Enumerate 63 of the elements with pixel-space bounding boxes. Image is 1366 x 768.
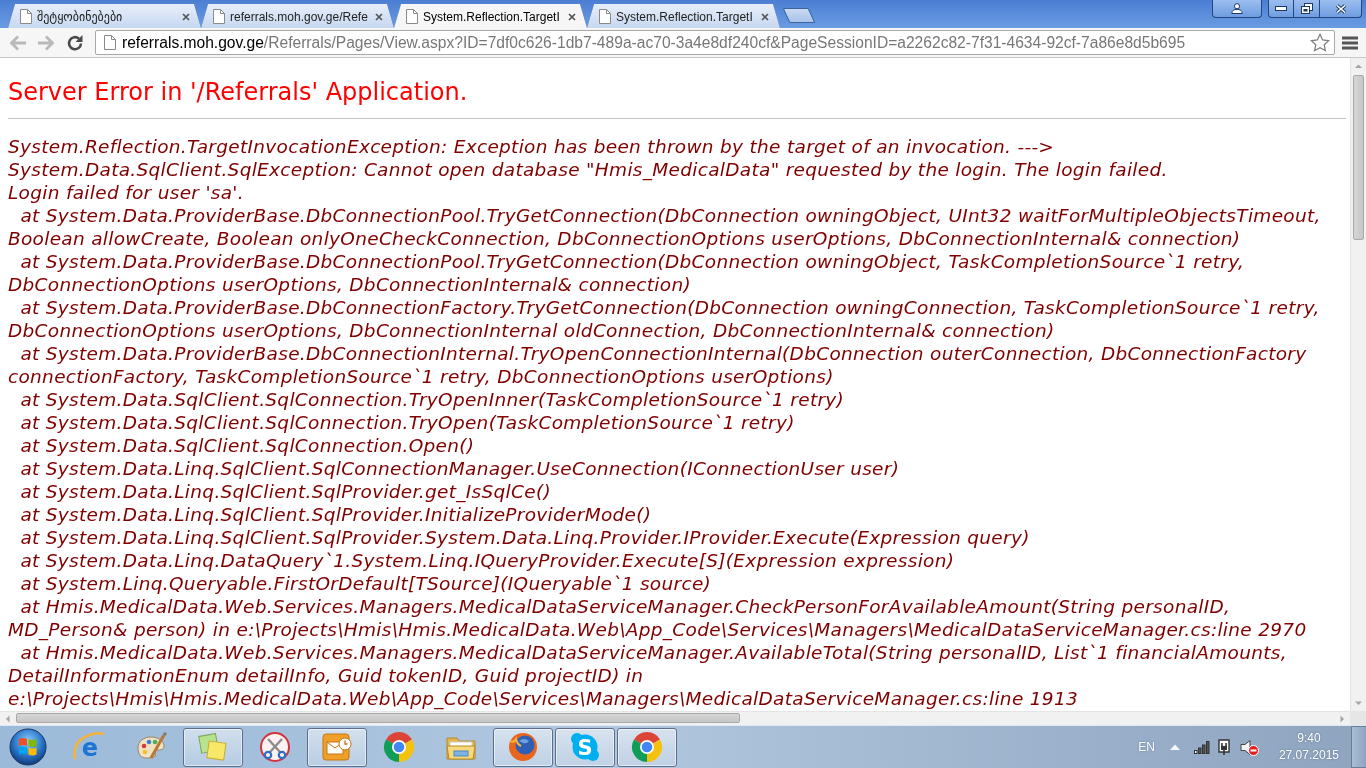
fox-globe-icon — [507, 731, 539, 763]
stack-trace-line: at System.Data.Linq.SqlClient.SqlConnectionManager.UseConnection(IConnectionUser user) — [19, 457, 901, 480]
browser-tab[interactable]: referrals.moh.gov.ge/Refe — [201, 4, 394, 28]
taskbar-button[interactable] — [183, 727, 243, 767]
taskbar-button[interactable] — [617, 727, 677, 767]
stack-trace-line: at System.Data.Linq.SqlClient.SqlProvider.System.Data.Linq.Provider.IProvider.Execute(Expression query) — [19, 526, 1031, 549]
signal-bars-icon[interactable] — [1193, 740, 1210, 754]
horizontal-scrollbar[interactable] — [0, 711, 1350, 725]
new-tab-button[interactable] — [782, 8, 816, 23]
page-icon — [104, 35, 116, 50]
error-message: System.Reflection.TargetInvocationException: Exception has been thrown by the target of an invocation. ---> System.Data.SqlClient.SqlException: Cannot open database "Hmis_MedicalData" requested by the login. The login failed. — [8, 135, 1169, 181]
browser-tab[interactable]: System.Reflection.TargetI — [587, 4, 780, 28]
close-icon[interactable] — [375, 12, 383, 21]
tricolor-wheel-icon — [383, 731, 415, 763]
power-plug-icon[interactable] — [1217, 738, 1232, 756]
menu-icon[interactable] — [1342, 35, 1358, 50]
scrollbar-thumb[interactable] — [16, 713, 740, 723]
minimize-icon — [1275, 6, 1287, 11]
restore-button[interactable] — [1294, 0, 1320, 18]
envelope-clock-icon — [321, 731, 353, 763]
error-heading: Server Error in '/Referrals' Application. — [8, 77, 469, 108]
speaker-icon[interactable] — [1239, 738, 1259, 756]
stack-trace-line: at Hmis.MedicalData.Web.Services.Managers.MedicalDataServiceManager.AvailableTotal(String personalID, List`1 financialAmounts, DetailInformationEnum detailInfo, Guid tokenID, Guid projectID) in e:\Projects\Hmis\Hmis.MedicalData.Web\App_Code\Services\Managers\MedicalDataServiceManager.cs:line 1913 — [8, 641, 1288, 710]
taskbar-button[interactable] — [493, 727, 553, 767]
scrollbar-thumb[interactable] — [1353, 75, 1364, 240]
profile-button[interactable] — [1212, 0, 1262, 18]
close-icon — [1334, 3, 1347, 14]
start-orb-icon — [9, 728, 47, 766]
reload-icon[interactable] — [66, 33, 84, 52]
vertical-scrollbar[interactable] — [1350, 58, 1366, 711]
stack-trace-line: at System.Data.ProviderBase.DbConnectionInternal.TryOpenConnectionInternal(DbConnection outerConnection, DbConnectionFactory connectionFactory, TaskCompletionSource`1 retry, DbConnectionOptions userOptions) — [8, 342, 1308, 388]
address-bar[interactable]: referrals.moh.gov.ge/Referrals/Pages/View.aspx?ID=7df0c626-1db7-489a-ac70-3a4e8df240cf&PageSessionID=a2262c82-7f31-4634-92cf-7a86e8d5b695 — [95, 30, 1335, 55]
stack-trace-line: at System.Data.Linq.SqlClient.SqlProvider.get_IsSqlCe() — [19, 480, 552, 503]
sticky-notes-icon — [197, 731, 229, 763]
stack-trace-line: at System.Data.SqlClient.SqlConnection.Open() — [19, 434, 476, 457]
stack-trace-line: at System.Data.SqlClient.SqlConnection.TryOpen(TaskCompletionSource`1 retry) — [19, 411, 796, 434]
stack-trace-line: at System.Data.Linq.DataQuery`1.System.Linq.IQueryProvider.Execute[S](Expression expression) — [19, 549, 956, 572]
scissors-icon — [259, 731, 291, 763]
taskbar-button[interactable] — [307, 727, 367, 767]
stack-trace-line: at System.Data.SqlClient.SqlConnection.TryOpenInner(TaskCompletionSource`1 retry) — [19, 388, 846, 411]
person-icon — [1231, 3, 1243, 14]
stack-trace-line: at System.Linq.Queryable.FirstOrDefault[TSource](IQueryable`1 source) — [19, 572, 713, 595]
page-icon — [599, 9, 611, 24]
close-button[interactable] — [1320, 0, 1362, 18]
stack-trace-line: at System.Data.ProviderBase.DbConnectionPool.TryGetConnection(DbConnection owningObject, UInt32 waitForMultipleObjectsTimeout, Boolean allowCreate, Boolean onlyOneCheckConnection, DbConnectionOptions userOptions, DbConnectionInternal& connection) — [8, 204, 1322, 250]
tricolor-wheel-icon — [631, 731, 663, 763]
browser-tab[interactable]: System.Reflection.TargetI — [394, 4, 587, 28]
url-text: referrals.moh.gov.ge/Referrals/Pages/View.aspx?ID=7df0c626-1db7-489a-ac70-3a4e8df240cf&PageSessionID=a2262c82-7f31-4634-92cf-7a86e8d5b695 — [122, 33, 1186, 52]
close-icon[interactable] — [568, 12, 576, 21]
close-icon[interactable] — [761, 12, 769, 21]
page-icon — [406, 9, 418, 24]
page-icon — [213, 9, 225, 24]
star-icon[interactable] — [1310, 33, 1330, 52]
stack-trace-line: at System.Data.ProviderBase.DbConnectionPool.TryGetConnection(DbConnection owningObject, TaskCompletionSource`1 retry, DbConnectionOptions userOptions, DbConnectionInternal& connection) — [8, 250, 1246, 296]
stack-trace-line: at System.Data.Linq.SqlClient.SqlProvider.InitializeProviderMode() — [19, 503, 653, 526]
restore-icon — [1300, 3, 1313, 14]
s-cloud-icon: S — [569, 731, 601, 763]
error-message: Login failed for user 'sa'. — [8, 181, 245, 204]
page-icon — [20, 9, 32, 24]
stack-trace-line: at System.Data.ProviderBase.DbConnectionFactory.TryGetConnection(DbConnection owningConnection, TaskCompletionSource`1 retry, DbConnectionOptions userOptions, DbConnectionInternal oldConnection, DbConnectionInternal& connection) — [8, 296, 1321, 342]
browser-tab[interactable]: შეტყობინებები — [8, 4, 201, 28]
minimize-button[interactable] — [1268, 0, 1294, 18]
close-icon[interactable] — [182, 12, 190, 21]
